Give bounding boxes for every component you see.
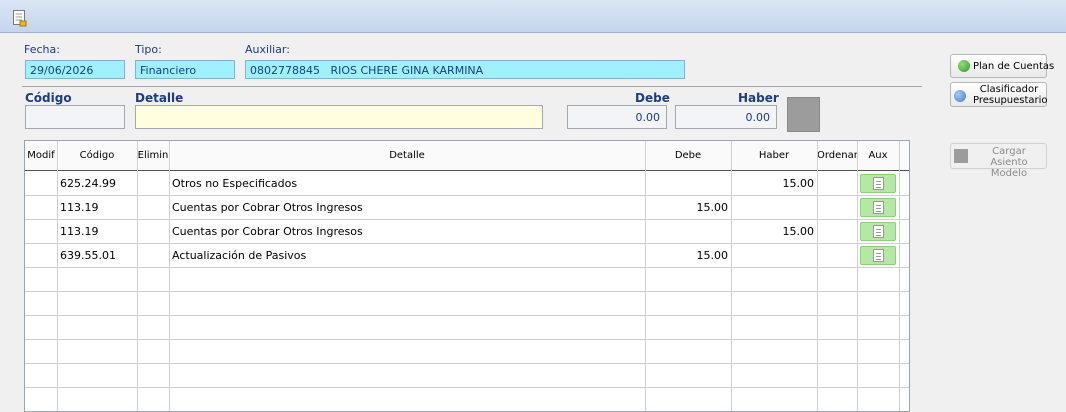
- col-divider: [817, 141, 818, 411]
- cargar-label-line2: Modelo: [990, 168, 1028, 179]
- fecha-field[interactable]: 29/06/2026: [25, 60, 125, 79]
- title-bar: [0, 0, 1066, 33]
- cargar-label: Cargar Asiento Modelo: [973, 146, 1045, 179]
- row-haber: 15.00: [782, 177, 815, 190]
- document-icon: [13, 10, 27, 27]
- debe-input[interactable]: 0.00: [567, 105, 667, 129]
- fecha-label: Fecha:: [24, 43, 60, 56]
- row-haber: 15.00: [782, 225, 815, 238]
- page-icon: [873, 201, 884, 214]
- row-detalle: Actualización de Pasivos: [172, 249, 307, 262]
- col-header-debe[interactable]: Debe: [645, 141, 731, 171]
- row-divider: [25, 267, 909, 268]
- auxiliar-label: Auxiliar:: [245, 43, 290, 56]
- codigo-label: Código: [25, 91, 72, 105]
- col-header-filler: [899, 141, 909, 171]
- aux-button[interactable]: [860, 222, 896, 241]
- row-codigo: 639.55.01: [60, 249, 116, 262]
- aux-button[interactable]: [860, 246, 896, 265]
- gray-square-icon: [954, 149, 968, 163]
- green-circle-icon: [958, 60, 970, 72]
- col-divider: [899, 141, 900, 411]
- tipo-label: Tipo:: [135, 43, 162, 56]
- cargar-asiento-modelo-button[interactable]: Cargar Asiento Modelo: [950, 143, 1047, 179]
- detalle-input[interactable]: [135, 105, 543, 129]
- row-haber: [731, 196, 814, 219]
- col-header-modif[interactable]: Modif: [25, 141, 57, 171]
- page-icon: [873, 249, 884, 262]
- color-swatch[interactable]: [787, 97, 820, 132]
- aux-button[interactable]: [860, 174, 896, 193]
- codigo-input[interactable]: [25, 105, 125, 129]
- haber-input[interactable]: 0.00: [675, 105, 777, 129]
- row-codigo: 113.19: [60, 225, 99, 238]
- row-divider: [25, 291, 909, 292]
- clasificador-label-line1: Clasificador: [979, 84, 1039, 95]
- detalle-label: Detalle: [135, 91, 184, 105]
- col-header-aux[interactable]: Aux: [857, 141, 899, 171]
- row-detalle: Otros no Especificados: [172, 177, 298, 190]
- row-haber: [731, 244, 814, 267]
- col-divider: [169, 141, 170, 411]
- row-detalle: Cuentas por Cobrar Otros Ingresos: [172, 201, 363, 214]
- debe-label: Debe: [635, 91, 670, 105]
- row-codigo: 625.24.99: [60, 177, 116, 190]
- col-header-haber[interactable]: Haber: [731, 141, 817, 171]
- tipo-field[interactable]: Financiero: [135, 60, 235, 79]
- col-divider: [857, 141, 858, 411]
- row-debe: [645, 172, 728, 195]
- col-header-detalle[interactable]: Detalle: [169, 141, 645, 171]
- row-debe: [645, 220, 728, 243]
- clasificador-presupuestario-button[interactable]: Clasificador Presupuestario: [950, 82, 1048, 107]
- page-icon: [873, 225, 884, 238]
- clasificador-label-line2: Presupuestario: [973, 95, 1048, 106]
- row-codigo: 113.19: [60, 201, 99, 214]
- col-header-codigo[interactable]: Código: [57, 141, 137, 171]
- col-divider: [57, 141, 58, 411]
- row-debe: 15.00: [696, 201, 729, 214]
- row-divider: [25, 339, 909, 340]
- page-icon: [873, 177, 884, 190]
- haber-label: Haber: [738, 91, 779, 105]
- plan-de-cuentas-button[interactable]: Plan de Cuentas: [950, 54, 1054, 78]
- plan-de-cuentas-label: Plan de Cuentas: [973, 61, 1055, 72]
- clasificador-label: Clasificador Presupuestario: [973, 84, 1048, 106]
- row-divider: [25, 315, 909, 316]
- row-divider: [25, 387, 909, 388]
- cargar-label-line1: Cargar Asiento: [990, 146, 1028, 168]
- entries-grid: Modif Código Elimin Detalle Debe Haber O…: [24, 140, 910, 412]
- col-header-ordenar[interactable]: Ordenar: [817, 141, 858, 171]
- row-debe: 15.00: [696, 249, 729, 262]
- col-header-elimin[interactable]: Elimin: [137, 141, 169, 171]
- row-detalle: Cuentas por Cobrar Otros Ingresos: [172, 225, 363, 238]
- blue-circle-icon: [954, 90, 966, 102]
- row-divider: [25, 363, 909, 364]
- col-divider: [137, 141, 138, 411]
- separator: [22, 86, 922, 87]
- auxiliar-field[interactable]: 0802778845 RIOS CHERE GINA KARMINA: [245, 60, 685, 79]
- aux-button[interactable]: [860, 198, 896, 217]
